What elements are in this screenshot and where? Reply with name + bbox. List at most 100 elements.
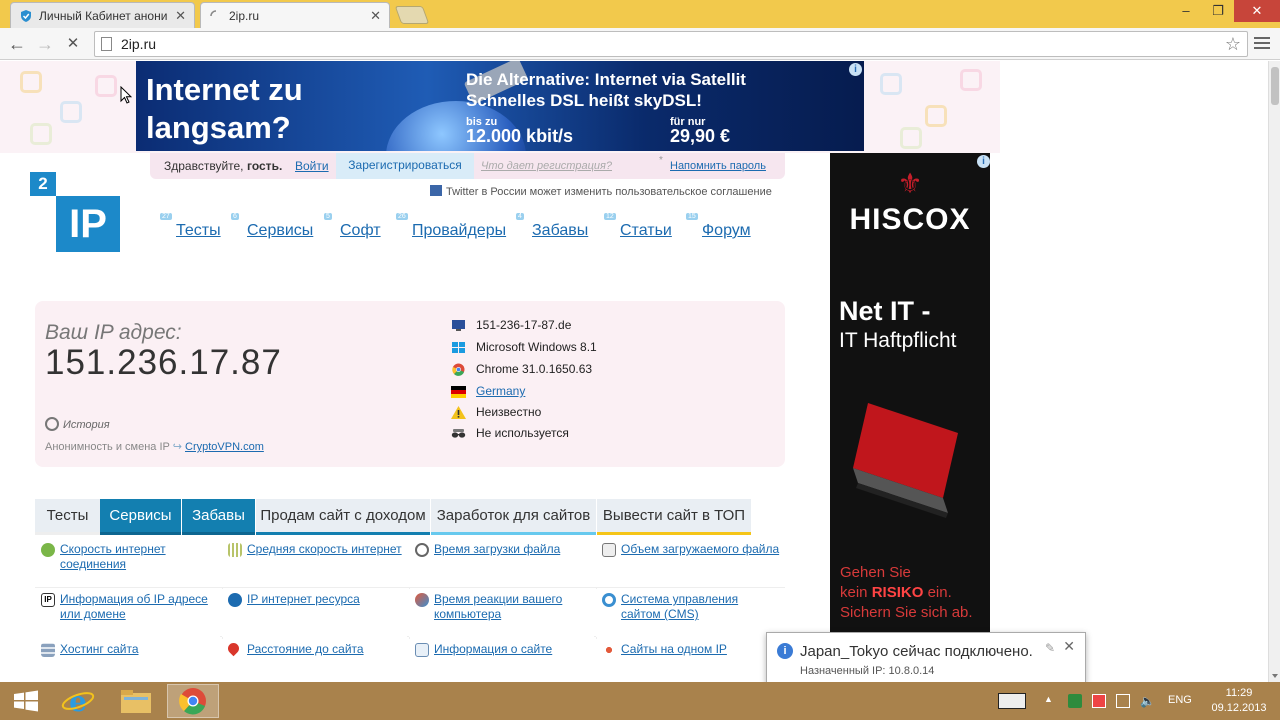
hiscox-banner-ad[interactable]: ⚜ HISCOX Net IT - IT Haftpflicht Gehen S…	[830, 153, 990, 682]
ad-info-icon[interactable]: i	[977, 155, 990, 168]
tab-sell-site[interactable]: Продам сайт с доходом	[256, 499, 430, 535]
screen: Личный Кабинет анони ✕ 2ip.ru ✕ – ❐ ✕ ← …	[0, 0, 1280, 720]
clock-date: 09.12.2013	[1211, 702, 1267, 714]
ad-info-icon[interactable]: i	[849, 63, 862, 76]
stop-icon[interactable]: ✕	[62, 33, 84, 55]
service-item[interactable]: Хостинг сайта	[35, 639, 220, 682]
ip-info-icon: IP	[41, 593, 55, 607]
forward-arrow-icon[interactable]: →	[34, 33, 56, 55]
service-link[interactable]: Время реакции вашего компьютера	[434, 592, 594, 622]
login-link[interactable]: Войти	[295, 159, 329, 173]
nav-badge: 27	[160, 213, 172, 220]
service-item[interactable]: Скорость интернет соединения	[35, 539, 220, 587]
address-bar[interactable]: 2ip.ru ☆	[94, 31, 1248, 57]
star-icon[interactable]: ☆	[1225, 32, 1241, 56]
service-link[interactable]: Хостинг сайта	[60, 642, 220, 657]
close-icon[interactable]: ✕	[175, 8, 186, 24]
service-link[interactable]: Объем загружаемого файла	[621, 542, 781, 557]
service-item[interactable]: Сайты на одном IP	[596, 639, 781, 682]
cryptovpn-link[interactable]: CryptoVPN.com	[185, 441, 264, 453]
network-icon[interactable]	[1116, 694, 1130, 708]
service-item[interactable]: Информация о сайте	[409, 639, 594, 682]
menu-icon[interactable]	[1254, 34, 1270, 52]
nav-label: Забавы	[532, 222, 589, 239]
ad-slogan-line-e: Sichern Sie sich ab.	[840, 604, 973, 621]
tab-fun[interactable]: Забавы	[182, 499, 255, 535]
service-link[interactable]: Средняя скорость интернет	[247, 542, 407, 557]
web-page: Internet zu langsam? Die Alternative: In…	[0, 61, 1000, 682]
skydsl-banner-ad[interactable]: Internet zu langsam? Die Alternative: In…	[136, 61, 864, 151]
volume-icon[interactable]: 🔈	[1140, 694, 1155, 708]
page-scrollbar[interactable]	[1268, 61, 1280, 682]
nav-badge: 26	[396, 213, 408, 220]
country-link[interactable]: Germany	[476, 384, 525, 398]
language-indicator[interactable]: ENG	[1168, 694, 1192, 706]
logo-ip[interactable]: IP	[56, 196, 120, 252]
service-item[interactable]: Время реакции вашего компьютера	[409, 589, 594, 637]
tab-tests[interactable]: Тесты	[35, 499, 100, 535]
service-item[interactable]: Средняя скорость интернет	[222, 539, 407, 587]
hosting-icon	[41, 643, 55, 657]
start-button[interactable]	[0, 684, 52, 718]
tab-seo-top[interactable]: Вывести сайт в ТОП	[597, 499, 751, 535]
ip-label: Ваш IP адрес:	[45, 321, 182, 344]
show-hidden-icons-icon[interactable]: ▲	[1044, 694, 1058, 708]
tab-services[interactable]: Сервисы	[100, 499, 181, 535]
service-item[interactable]: Время загрузки файла	[409, 539, 594, 587]
vpn-tray-icon[interactable]	[1068, 694, 1082, 708]
service-link[interactable]: Расстояние до сайта	[247, 642, 407, 657]
service-item[interactable]: Расстояние до сайта	[222, 639, 407, 682]
maximize-button[interactable]: ❐	[1202, 0, 1234, 22]
flag-icon[interactable]	[1092, 694, 1106, 708]
tab-2ip[interactable]: 2ip.ru ✕	[200, 2, 390, 28]
service-link[interactable]: Информация о сайте	[434, 642, 594, 657]
minimize-button[interactable]: –	[1170, 0, 1202, 22]
service-item[interactable]: IP Информация об IP адресе или домене	[35, 589, 220, 637]
pin-icon[interactable]: ✎	[1045, 641, 1055, 655]
register-button[interactable]: Зарегистрироваться	[336, 153, 474, 179]
ie-taskbar-button[interactable]: e	[52, 684, 104, 718]
tab-cabinet[interactable]: Личный Кабинет анони ✕	[10, 2, 195, 28]
chrome-taskbar-button[interactable]	[167, 684, 219, 718]
loading-spinner-icon	[210, 9, 217, 16]
clock-icon	[45, 417, 59, 431]
service-link[interactable]: Время загрузки файла	[434, 542, 594, 557]
chrome-icon	[179, 688, 206, 715]
service-link[interactable]: Информация об IP адресе или домене	[60, 592, 220, 622]
price-value: 29,90 €	[670, 126, 731, 146]
page-icon	[101, 37, 112, 51]
new-tab-button[interactable]	[394, 6, 430, 24]
service-link[interactable]: Сайты на одном IP	[621, 642, 781, 657]
scrollbar-thumb[interactable]	[1271, 67, 1279, 105]
close-icon[interactable]: ✕	[1063, 638, 1075, 655]
row-value: Chrome 31.0.1650.63	[476, 362, 593, 376]
registration-hint-link[interactable]: Что дает регистрация?	[481, 160, 612, 172]
clock-icon	[415, 543, 429, 557]
service-link[interactable]: Система управления сайтом (CMS)	[621, 592, 781, 622]
tab-site-earnings[interactable]: Заработок для сайтов	[431, 499, 596, 535]
history-link[interactable]: История	[45, 417, 110, 431]
explorer-taskbar-button[interactable]	[110, 684, 162, 718]
close-window-button[interactable]: ✕	[1234, 0, 1280, 22]
service-item[interactable]: IP интернет ресурса	[222, 589, 407, 637]
touch-keyboard-icon[interactable]	[998, 693, 1026, 709]
scroll-down-icon[interactable]	[1272, 674, 1278, 678]
cms-icon	[602, 593, 616, 607]
service-link[interactable]: Скорость интернет соединения	[60, 542, 220, 572]
service-item[interactable]: Объем загружаемого файла	[596, 539, 781, 587]
vpn-notification[interactable]: i Japan_Tokyo сейчас подключено. Назначе…	[766, 632, 1086, 684]
nav-badge: 12	[604, 213, 616, 220]
close-icon[interactable]: ✕	[370, 8, 381, 24]
nav-label: Тесты	[176, 222, 221, 239]
bars-icon	[228, 543, 242, 557]
greeting-text: Здравствуйте,	[164, 159, 244, 173]
windows-logo-icon	[14, 690, 38, 712]
remind-password-link[interactable]: Напомнить пароль	[670, 160, 766, 172]
twitter-notice[interactable]: Twitter в России может изменить пользова…	[430, 185, 772, 198]
service-link[interactable]: IP интернет ресурса	[247, 592, 407, 607]
logo-2[interactable]: 2	[30, 172, 56, 196]
service-item[interactable]: Система управления сайтом (CMS)	[596, 589, 781, 637]
ad-slogan-line-d: ein.	[927, 584, 952, 601]
clock[interactable]: 11:29 09.12.2013	[1208, 686, 1270, 716]
back-arrow-icon[interactable]: ←	[6, 33, 28, 55]
